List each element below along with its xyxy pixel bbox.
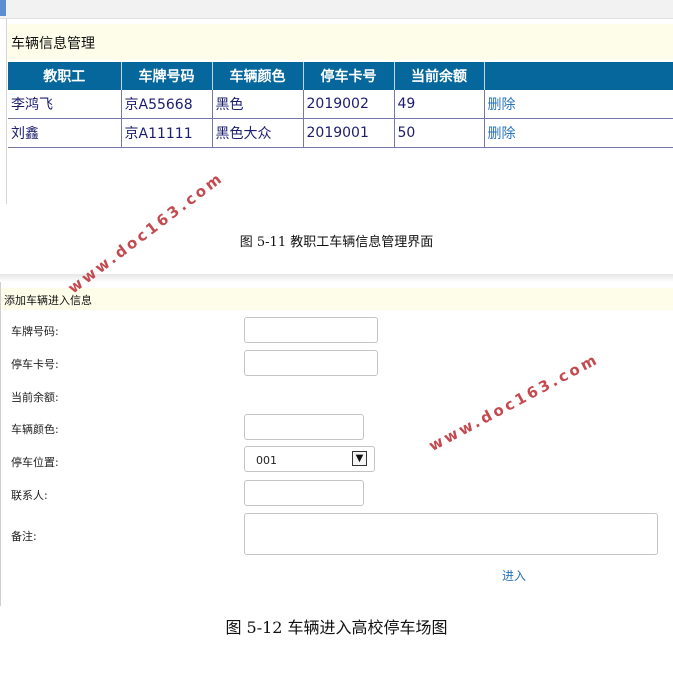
remark-label: 备注: [11,530,37,543]
form-title-bar: 添加车辆进入信息 [1,288,673,310]
column-header-card: 停车卡号 [303,62,395,90]
plate-input[interactable] [244,317,378,343]
card-label: 停车卡号: [11,358,59,371]
cell-color: 黑色大众 [212,118,304,148]
vehicle-entry-form-screenshot: 添加车辆进入信息 车牌号码: 停车卡号: 当前余额: 车辆颜色: 停车位置: 0… [0,274,673,606]
plate-label: 车牌号码: [11,325,59,338]
table-row: 刘鑫 京A11111 黑色大众 2019001 50 删除 [8,118,673,148]
position-select[interactable]: 001 ▼ [244,446,375,472]
section-title-bar: 车辆信息管理 [7,24,673,60]
cell-staff: 刘鑫 [8,118,122,148]
left-accent [0,0,6,16]
card-input[interactable] [244,350,378,376]
cell-card: 2019001 [303,118,395,148]
column-header-staff: 教职工 [8,62,122,90]
color-input[interactable] [244,414,364,440]
table-row: 李鸿飞 京A55668 黑色 2019002 49 删除 [8,90,673,119]
cell-color: 黑色 [212,90,304,119]
position-label: 停车位置: [11,456,59,469]
column-header-balance: 当前余额 [394,62,485,90]
contact-input[interactable] [244,480,364,506]
top-strip [0,0,673,19]
color-label: 车辆颜色: [11,423,59,436]
cell-plate: 京A11111 [121,118,213,148]
figure-caption: 图 5-12 车辆进入高校停车场图 [225,618,448,637]
left-border [0,282,1,606]
cell-plate: 京A55668 [121,90,213,119]
vehicle-table: 教职工 车牌号码 车辆颜色 停车卡号 当前余额 李鸿飞 京A55668 黑色 2… [8,62,673,148]
cell-balance: 50 [394,118,485,148]
position-select-value: 001 [256,454,277,467]
figure-caption: 图 5-11 教职工车辆信息管理界面 [239,235,434,250]
delete-link[interactable]: 删除 [484,118,673,148]
vehicle-management-screenshot: 车辆信息管理 教职工 车牌号码 车辆颜色 停车卡号 当前余额 李鸿飞 京A556… [0,0,673,204]
section-title: 车辆信息管理 [11,36,95,52]
contact-label: 联系人: [11,489,48,502]
balance-label: 当前余额: [11,391,59,404]
table-header-row: 教职工 车牌号码 车辆颜色 停车卡号 当前余额 [8,62,673,90]
cell-balance: 49 [394,90,485,119]
enter-button[interactable]: 进入 [502,567,526,584]
chevron-down-icon[interactable]: ▼ [352,451,367,466]
column-header-plate: 车牌号码 [121,62,213,90]
remark-textarea[interactable] [244,513,658,555]
column-header-color: 车辆颜色 [212,62,304,90]
column-header-action [484,62,673,90]
delete-link[interactable]: 删除 [484,90,673,119]
cell-card: 2019002 [303,90,395,119]
cell-staff: 李鸿飞 [8,90,122,119]
